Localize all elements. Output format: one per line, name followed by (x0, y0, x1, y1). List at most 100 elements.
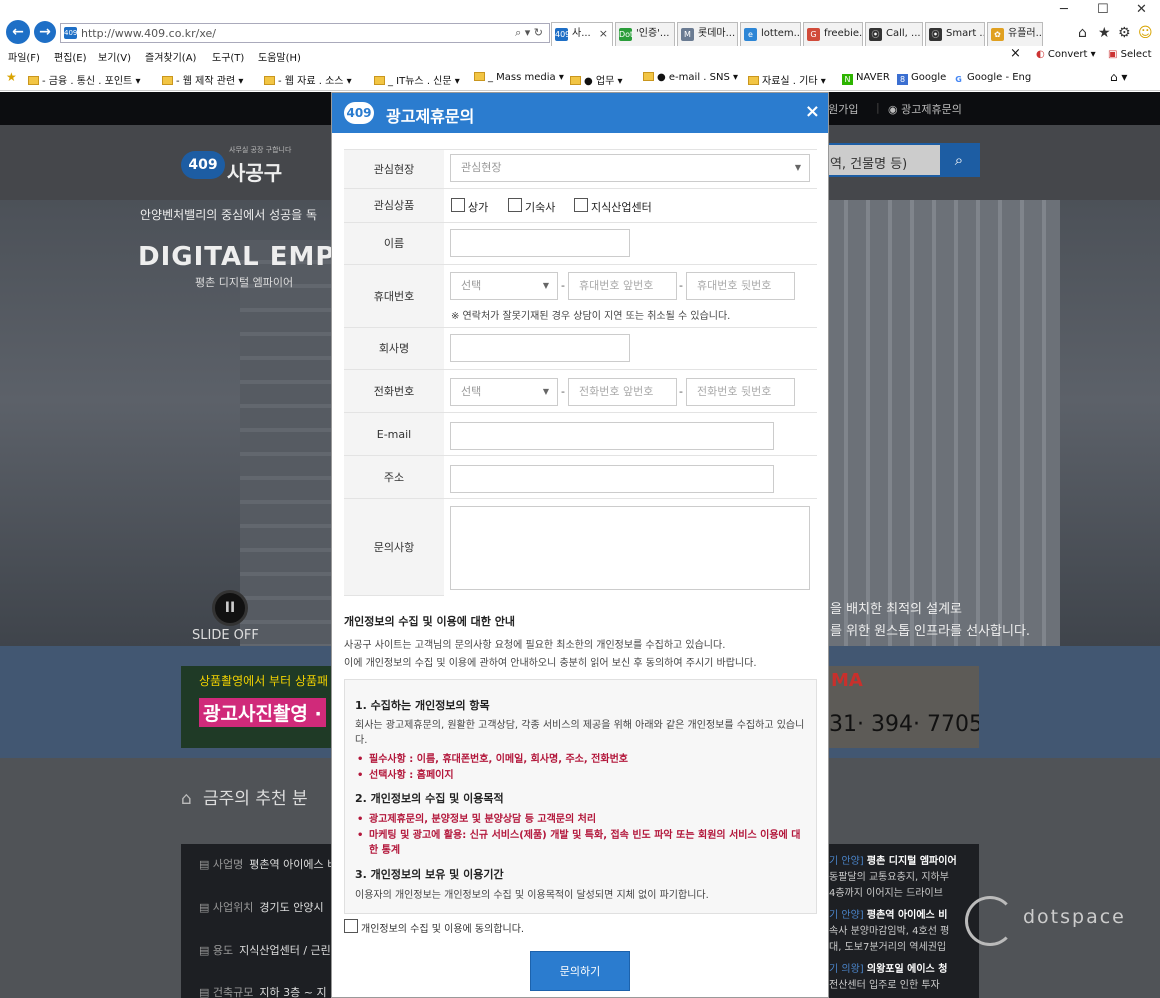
logo-badge: 409 (181, 151, 225, 179)
back-button[interactable]: ← (6, 20, 30, 44)
phone-prefix-select[interactable]: 선택 ▼ (450, 378, 558, 406)
input-placeholder: 전화번호 뒷번호 (697, 385, 772, 398)
modal-close-icon[interactable]: × (805, 101, 820, 122)
menubar-close-icon[interactable]: × (1010, 46, 1021, 61)
fav-link-label: Google - Eng (967, 72, 1032, 83)
label-name: 이름 (344, 223, 444, 265)
browser-tab[interactable]: Gfreebie... (803, 22, 863, 46)
info-key: 건축규모 (212, 986, 254, 998)
checkbox-dormitory[interactable] (508, 198, 522, 212)
phone-front-input[interactable]: 전화번호 앞번호 (568, 378, 677, 406)
fav-folder-5[interactable]: ● 업무 ▾ (570, 72, 623, 87)
menu-view[interactable]: 보기(V) (98, 49, 131, 64)
mobile-back-input[interactable]: 휴대번호 뒷번호 (686, 272, 795, 300)
checkbox-store[interactable] (451, 198, 465, 212)
folder-icon (474, 72, 485, 81)
tab-favicon-icon: ⦿ (869, 28, 882, 41)
interest-site-select[interactable]: 관심현장 ▼ (450, 154, 810, 182)
convert-label: Convert (1047, 49, 1088, 60)
smiley-icon[interactable]: ☺ (1138, 25, 1153, 41)
tab-close-icon[interactable]: × (599, 23, 608, 45)
browser-tab[interactable]: ⦿ Smart ... (925, 22, 985, 46)
menu-edit[interactable]: 편집(E) (54, 49, 87, 64)
menu-help[interactable]: 도움말(H) (258, 49, 301, 64)
recommend-line: 속사 분양마감임박, 4호선 평 (829, 926, 950, 937)
privacy-terms-box: 1. 수집하는 개인정보의 항목 회사는 광고제휴문의, 원활한 고객상담, 각… (344, 679, 817, 914)
browser-tab[interactable]: e lottem... (740, 22, 801, 46)
fav-folder-7[interactable]: 자료실 . 기타 ▾ (748, 72, 826, 87)
fav-link-label: Google (911, 72, 947, 83)
dash-separator: - (679, 279, 683, 292)
inquiry-textarea[interactable] (450, 506, 810, 590)
recommend-line: 동팔달의 교통요충지, 지하부 (829, 872, 949, 883)
browser-tab[interactable]: ⦿ Call, ... (865, 22, 923, 46)
dash-separator: - (561, 385, 565, 398)
top-divider: | (876, 101, 880, 114)
banner-photo-ad[interactable]: 상품촬영에서 부터 상품패 광고사진촬영 · (181, 666, 331, 748)
checkbox-dormitory-label: 기숙사 (525, 201, 556, 214)
banner-phone-ad[interactable]: MA 31· 394· 7705 (829, 666, 979, 748)
fav-folder-1[interactable]: - 웹 제작 관련 ▾ (162, 72, 243, 87)
fav-link-google[interactable]: 8 Google (897, 72, 946, 85)
recommend-item[interactable]: 기 의왕] 의왕포일 에이스 청 (829, 960, 947, 975)
ad-inquiry-link[interactable]: ◉ 광고제휴문의 (888, 101, 962, 117)
naver-icon: N (842, 74, 853, 85)
home-dropdown-icon[interactable]: ⌂ ▾ (1110, 70, 1127, 84)
phone-back-input[interactable]: 전화번호 뒷번호 (686, 378, 795, 406)
maximize-icon[interactable]: ☐ (1097, 2, 1109, 17)
privacy-agree-label[interactable]: 개인정보의 수집 및 이용에 동의합니다. (361, 920, 524, 935)
slide-off-label[interactable]: SLIDE OFF (192, 628, 259, 643)
company-input[interactable] (450, 334, 630, 362)
privacy-agree-checkbox[interactable] (344, 919, 358, 933)
recommend-item[interactable]: 기 안양] 평촌 디지털 엠파이어 (829, 852, 957, 867)
settings-gear-icon[interactable]: ⚙ (1118, 25, 1131, 41)
privacy-section-1-title: 1. 수집하는 개인정보의 항목 (355, 699, 490, 712)
fav-folder-label: _ IT뉴스 . 신문 ▾ (388, 76, 460, 87)
privacy-purpose-1: 광고제휴문의, 분양정보 및 분양상담 등 고객문의 처리 (355, 812, 807, 827)
favorites-star-icon[interactable]: ★ (1098, 25, 1111, 41)
browser-tab[interactable]: 409 사... × (551, 22, 613, 46)
home-icon[interactable]: ⌂ (1078, 25, 1087, 41)
mobile-front-input[interactable]: 휴대번호 앞번호 (568, 272, 677, 300)
browser-tab[interactable]: Dot '인증'... (615, 22, 675, 46)
submit-inquiry-button[interactable]: 문의하기 (530, 951, 630, 991)
label-address: 주소 (344, 456, 444, 499)
browser-tab[interactable]: M 롯데마... (677, 22, 738, 46)
forward-button[interactable]: → (34, 21, 56, 43)
fav-folder-2[interactable]: - 웹 자료 . 소스 ▾ (264, 72, 352, 87)
checkbox-knowledge-center[interactable] (574, 198, 588, 212)
fav-folder-0[interactable]: - 금융 . 통신 . 포인트 ▾ (28, 72, 140, 87)
browser-tab[interactable]: ✿ 유플러... (987, 22, 1043, 46)
fav-folder-4[interactable]: _ Mass media ▾ (474, 72, 564, 83)
fav-link-google-eng[interactable]: G Google - Eng (953, 72, 1031, 85)
select-button[interactable]: ▣ Select (1108, 49, 1152, 60)
menu-file[interactable]: 파일(F) (8, 49, 40, 64)
address-bar[interactable]: 409 http://www.409.co.kr/xe/ ⌕ ▾ ↻ (60, 23, 550, 43)
fav-folder-3[interactable]: _ IT뉴스 . 신문 ▾ (374, 72, 460, 87)
email-input[interactable] (450, 422, 774, 450)
privacy-section-3-text: 이용자의 개인정보는 개인정보의 수집 및 이용목적이 달성되면 지체 없이 파… (355, 890, 709, 901)
fav-folder-6[interactable]: ● e-mail . SNS ▾ (643, 72, 738, 83)
address-url[interactable]: http://www.409.co.kr/xe/ (81, 27, 216, 40)
favorites-star-add-icon[interactable]: ★ (6, 70, 17, 84)
privacy-section-3-title: 3. 개인정보의 보유 및 이용기간 (355, 868, 504, 881)
menu-favorites[interactable]: 즐겨찾기(A) (145, 49, 196, 64)
recommend-region: 기 안양] (829, 910, 864, 921)
search-icon[interactable]: ⌕ (940, 145, 978, 175)
tab-favicon-icon: ✿ (991, 28, 1004, 41)
pause-icon[interactable]: II (212, 590, 248, 626)
recommend-item[interactable]: 기 안양] 평촌역 아이에스 비 (829, 906, 947, 921)
modal-title: 광고제휴문의 (386, 107, 475, 126)
house-icon: ⌂ (181, 789, 192, 809)
minimize-icon[interactable]: ─ (1060, 2, 1068, 17)
menu-tools[interactable]: 도구(T) (212, 49, 244, 64)
address-tools[interactable]: ⌕ ▾ ↻ (515, 26, 543, 40)
close-window-icon[interactable]: ✕ (1136, 2, 1147, 17)
mobile-prefix-select[interactable]: 선택 ▼ (450, 272, 558, 300)
fav-link-naver[interactable]: N NAVER (842, 72, 890, 85)
info-row: ▤ 사업위치 경기도 안양시 (199, 899, 324, 915)
name-input[interactable] (450, 229, 630, 257)
address-input[interactable] (450, 465, 774, 493)
site-search[interactable]: 철역, 건물명 등) ⌕ (810, 143, 980, 177)
convert-button[interactable]: ◐ Convert ▾ (1036, 49, 1096, 60)
